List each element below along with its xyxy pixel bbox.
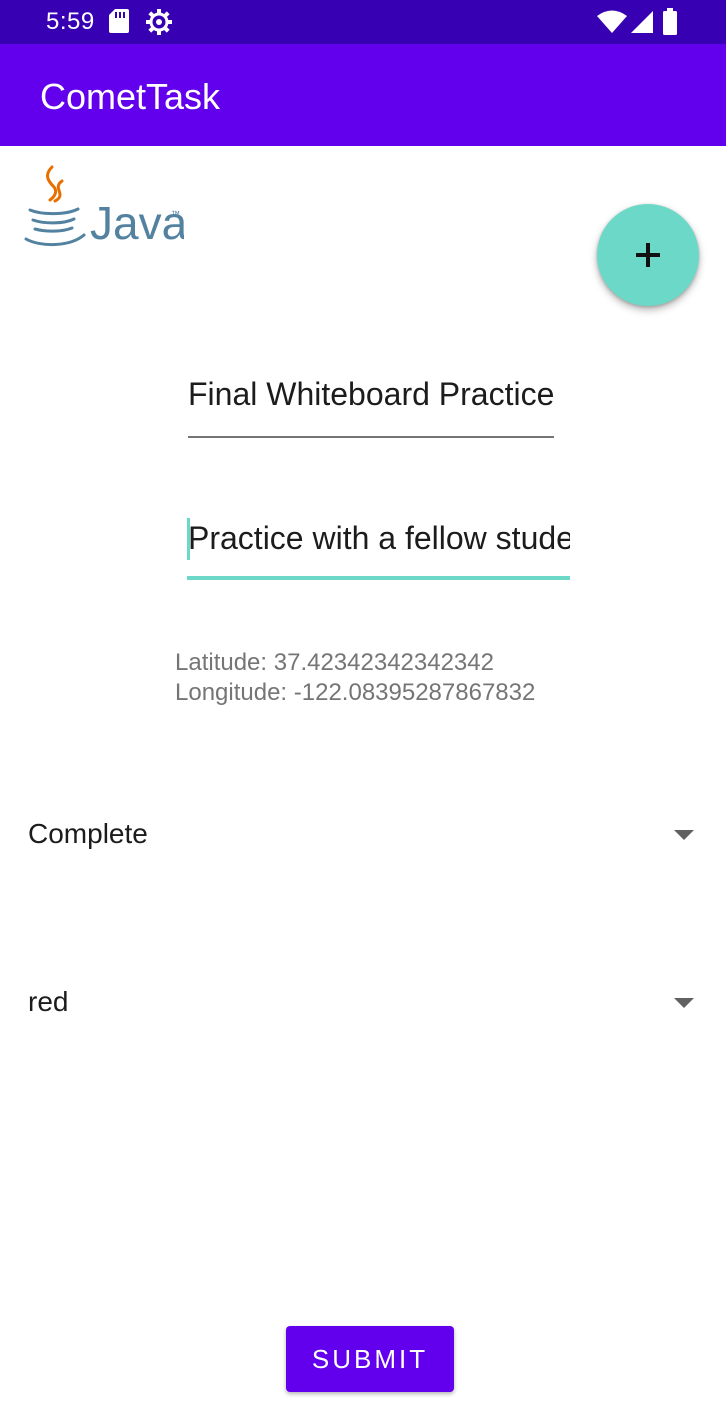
color-dropdown-value: red (28, 986, 69, 1017)
dropdown-arrow-icon (674, 830, 694, 840)
add-fab-button[interactable] (597, 204, 699, 306)
latitude-text: Latitude: 37.42342342342342 (175, 649, 494, 676)
app-title: CometTask (40, 76, 221, 117)
signal-icon (631, 11, 653, 33)
color-dropdown[interactable]: red (0, 958, 726, 1048)
app-bar: CometTask (0, 44, 726, 146)
task-description-underline (187, 576, 570, 580)
java-logo-tm: ™ (171, 209, 180, 219)
submit-button[interactable]: SUBMIT (286, 1326, 454, 1392)
status-bar: 5:59 (0, 0, 726, 44)
location-coordinates: Latitude: 37.42342342342342 Longitude: -… (175, 648, 535, 708)
longitude-text: Longitude: -122.08395287867832 (175, 679, 536, 706)
java-logo-text: Java (90, 197, 184, 249)
settings-gear-icon (146, 9, 172, 35)
status-dropdown-value: Complete (28, 818, 148, 849)
java-logo: Java ™ (24, 165, 184, 249)
task-description-value: Practice with a fellow student (188, 520, 570, 556)
status-time: 5:59 (46, 8, 95, 35)
dropdown-arrow-icon (674, 998, 694, 1008)
task-title-value: Final Whiteboard Practice (188, 376, 554, 412)
plus-icon (636, 243, 660, 267)
battery-icon (663, 8, 677, 35)
wifi-icon (597, 10, 627, 33)
task-description-input[interactable]: Practice with a fellow student (187, 516, 570, 580)
sd-card-icon (109, 9, 129, 33)
status-dropdown[interactable]: Complete (0, 790, 726, 880)
task-title-input[interactable]: Final Whiteboard Practice (188, 376, 554, 438)
task-title-underline (188, 436, 554, 438)
